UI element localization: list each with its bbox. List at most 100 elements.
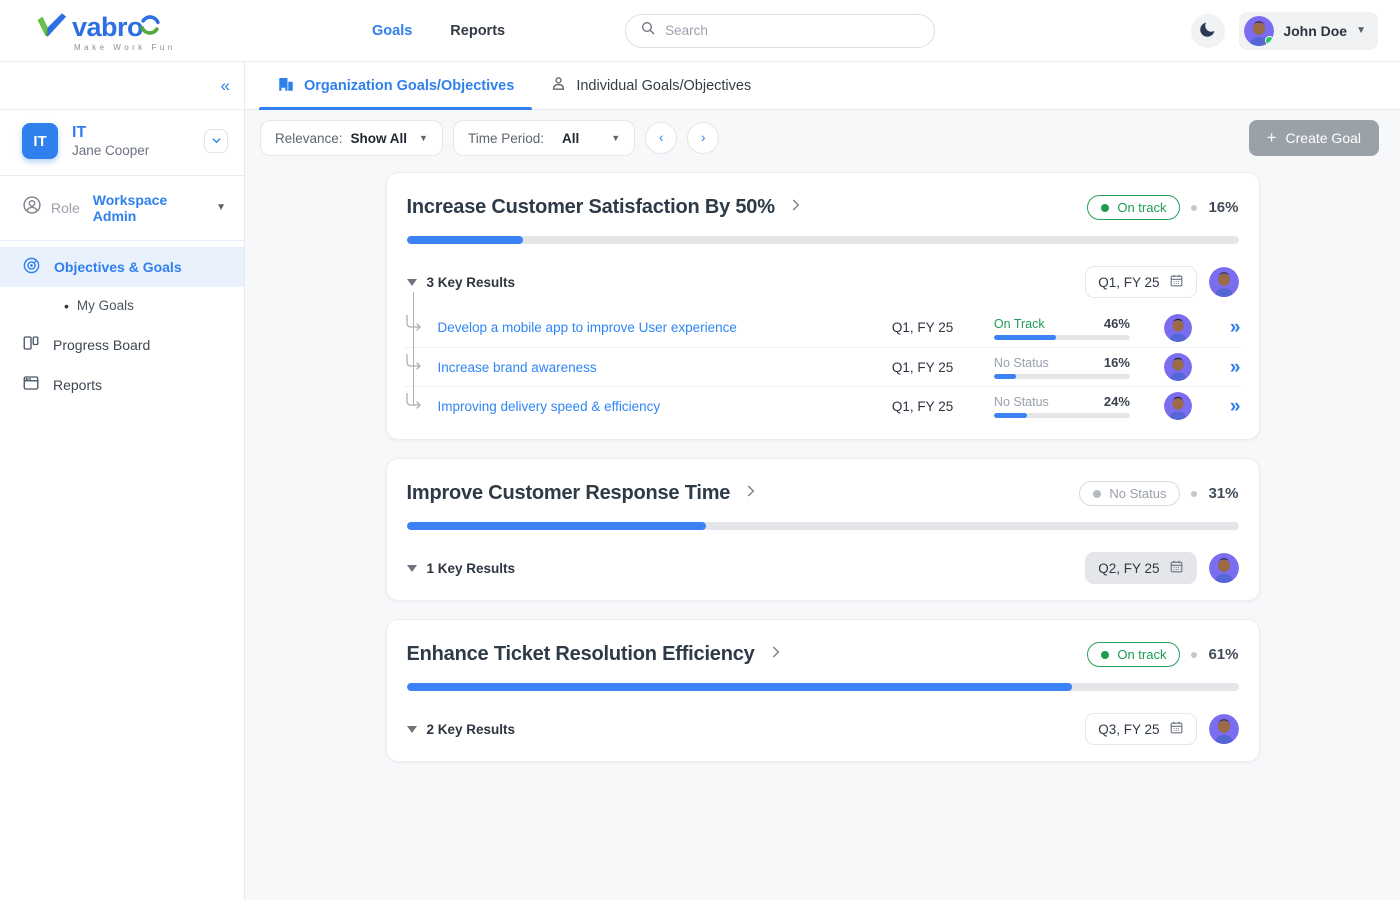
key-result-progress-bar <box>994 413 1130 418</box>
key-results-count: 1 Key Results <box>427 561 516 576</box>
user-menu[interactable]: John Doe ▼ <box>1239 12 1378 50</box>
goal-cards-list: Increase Customer Satisfaction By 50% On… <box>245 166 1400 900</box>
key-result-percent: 46% <box>1104 316 1130 331</box>
global-search[interactable] <box>625 14 935 48</box>
period-chip[interactable]: Q1, FY 25 <box>1085 266 1196 298</box>
key-result-link[interactable]: Improving delivery speed & efficiency <box>438 399 892 414</box>
key-results-list: Develop a mobile app to improve User exp… <box>404 308 1242 425</box>
tab-individual-goals[interactable]: Individual Goals/Objectives <box>532 62 769 109</box>
key-result-period: Q1, FY 25 <box>892 360 956 375</box>
relevance-filter[interactable]: Relevance: Show All ▼ <box>260 120 443 156</box>
goal-owner-avatar[interactable] <box>1209 714 1239 744</box>
status-label: On track <box>1117 200 1166 215</box>
goal-owner-avatar[interactable] <box>1209 553 1239 583</box>
key-result-owner-avatar[interactable] <box>1164 314 1192 342</box>
logo-wordmark: vabro <box>72 12 143 43</box>
target-icon <box>22 256 41 278</box>
logo-o-cycle-icon <box>139 14 161 41</box>
relevance-value: Show All <box>351 131 408 146</box>
elbow-connector-icon <box>406 393 424 415</box>
chevron-right-icon[interactable] <box>769 645 783 664</box>
status-label: On track <box>1117 647 1166 662</box>
key-result-status: No Status <box>994 395 1049 409</box>
key-result-owner-avatar[interactable] <box>1164 353 1192 381</box>
key-results-toggle[interactable]: 3 Key Results <box>407 275 516 290</box>
goal-progress-fill <box>407 522 707 530</box>
main-content: Organization Goals/Objectives Individual… <box>245 62 1400 900</box>
goal-owner-avatar[interactable] <box>1209 267 1239 297</box>
double-chevron-icon[interactable]: » <box>1230 358 1239 377</box>
goals-tabbar: Organization Goals/Objectives Individual… <box>245 62 1400 110</box>
key-result-link[interactable]: Develop a mobile app to improve User exp… <box>438 320 892 335</box>
goal-status-badge: On track <box>1087 642 1180 667</box>
nav-reports[interactable]: Reports <box>450 23 505 39</box>
key-result-progress-fill <box>994 335 1057 340</box>
sidebar-item-reports[interactable]: Reports <box>0 365 244 405</box>
chevron-right-icon[interactable] <box>789 198 803 217</box>
goal-status-badge: No Status <box>1079 481 1180 506</box>
goal-title[interactable]: Improve Customer Response Time <box>407 482 731 505</box>
goal-title[interactable]: Enhance Ticket Resolution Efficiency <box>407 643 755 666</box>
double-chevron-icon[interactable]: » <box>1230 318 1239 337</box>
search-input[interactable] <box>665 23 920 38</box>
search-icon <box>640 20 656 41</box>
status-dot-icon <box>1101 204 1109 212</box>
key-results-toggle[interactable]: 1 Key Results <box>407 561 516 576</box>
key-result-status: On Track <box>994 317 1045 331</box>
calendar-icon <box>1169 559 1184 577</box>
sidebar-item-objectives-goals[interactable]: Objectives & Goals <box>0 247 244 287</box>
period-chip[interactable]: Q3, FY 25 <box>1085 713 1196 745</box>
role-label: Role <box>51 200 80 216</box>
tab-label: Organization Goals/Objectives <box>304 78 514 94</box>
sidebar-item-label: Objectives & Goals <box>54 259 182 275</box>
calendar-icon <box>1169 273 1184 291</box>
separator-dot-icon <box>1191 491 1197 497</box>
period-chip[interactable]: Q2, FY 25 <box>1085 552 1196 584</box>
key-result-progress-bar <box>994 335 1130 340</box>
user-menu-caret-icon: ▼ <box>1356 25 1366 36</box>
key-result-owner-avatar[interactable] <box>1164 392 1192 420</box>
user-name: John Doe <box>1283 23 1347 39</box>
role-caret-icon: ▼ <box>216 202 226 213</box>
period-label: Q2, FY 25 <box>1098 561 1159 576</box>
chevron-down-icon <box>211 134 222 149</box>
key-result-row: Increase brand awareness Q1, FY 25 No St… <box>404 347 1242 386</box>
bullet-icon: • <box>64 298 69 314</box>
goal-title[interactable]: Increase Customer Satisfaction By 50% <box>407 196 775 219</box>
sidebar-item-progress-board[interactable]: Progress Board <box>0 325 244 365</box>
role-selector[interactable]: Role Workspace Admin ▼ <box>0 178 244 238</box>
top-navigation: Goals Reports <box>372 23 505 39</box>
workspace-expand-button[interactable] <box>204 129 228 153</box>
moon-icon <box>1199 20 1217 41</box>
double-chevron-icon[interactable]: » <box>1230 397 1239 416</box>
key-result-percent: 16% <box>1104 355 1130 370</box>
nav-goals[interactable]: Goals <box>372 23 412 39</box>
key-result-progress-bar <box>994 374 1130 379</box>
tab-organization-goals[interactable]: Organization Goals/Objectives <box>259 62 532 109</box>
goal-percent: 31% <box>1208 485 1238 502</box>
dark-mode-toggle[interactable] <box>1191 14 1225 48</box>
vabro-logo[interactable]: vabro Make Work Fun <box>34 9 184 52</box>
key-results-toggle[interactable]: 2 Key Results <box>407 722 516 737</box>
next-page-button[interactable]: › <box>687 122 719 154</box>
board-icon <box>22 334 40 355</box>
relevance-label: Relevance: <box>275 131 343 146</box>
key-result-status: No Status <box>994 356 1049 370</box>
sidebar-nav: Objectives & Goals • My Goals Progress B… <box>0 247 244 405</box>
chevron-right-icon[interactable] <box>744 484 758 503</box>
sidebar-collapse-button[interactable]: « <box>221 77 230 94</box>
previous-page-button[interactable]: ‹ <box>645 122 677 154</box>
period-label: Q1, FY 25 <box>1098 275 1159 290</box>
sidebar-item-my-goals[interactable]: • My Goals <box>0 287 244 325</box>
caret-down-icon <box>407 565 417 572</box>
key-result-link[interactable]: Increase brand awareness <box>438 360 892 375</box>
goal-progress-bar <box>407 683 1239 691</box>
goal-percent: 61% <box>1208 646 1238 663</box>
caret-down-icon: ▼ <box>419 133 428 143</box>
vabro-checkmark-icon <box>34 9 68 46</box>
workspace-switcher[interactable]: IT IT Jane Cooper <box>0 110 244 173</box>
goal-percent: 16% <box>1208 199 1238 216</box>
time-period-filter[interactable]: Time Period: All ▼ <box>453 120 635 156</box>
key-result-row: Develop a mobile app to improve User exp… <box>404 308 1242 347</box>
create-goal-button[interactable]: + Create Goal <box>1249 120 1379 156</box>
